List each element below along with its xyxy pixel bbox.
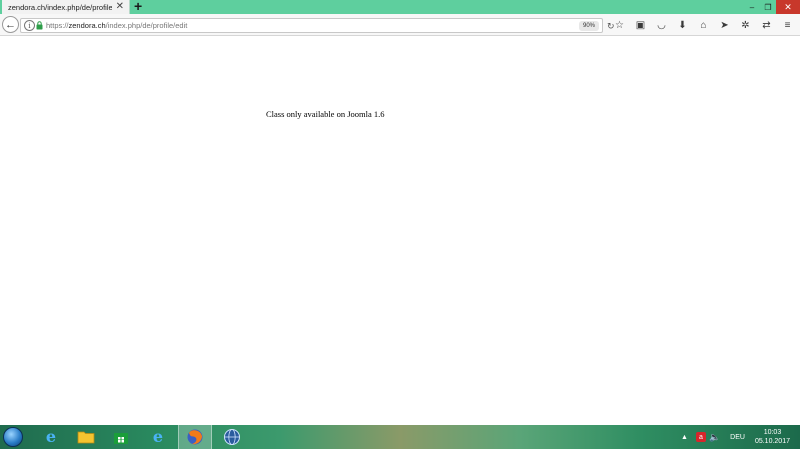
window-controls: – ❐ ✕ [744,0,800,14]
url-text[interactable]: https://zendora.ch/index.php/de/profile/… [46,20,187,32]
clock[interactable]: 10:03 05.10.2017 [755,428,790,446]
system-tray: ▲ a 🔈 DEU 10:03 05.10.2017 [681,425,800,449]
file-explorer-icon[interactable] [69,425,103,449]
download-icon[interactable]: ⬇ [672,17,693,33]
menu-icon[interactable]: ≡ [777,17,798,33]
arrow-left-icon: ← [5,18,16,31]
internet-explorer-icon[interactable]: e [34,425,68,449]
start-button[interactable] [3,427,23,447]
page-content: Class only available on Joomla 1.6 [0,37,800,425]
globe-icon [224,429,240,445]
minimize-button[interactable]: – [744,0,760,14]
clock-time: 10:03 [763,429,782,436]
firefox-logo-icon [187,429,203,445]
address-bar[interactable]: i https://zendora.ch/index.php/de/profil… [20,18,615,33]
tab-title: zendora.ch/index.php/de/profile/edit [8,2,112,12]
sidebar-icon[interactable]: ⇄ [756,17,777,33]
back-button[interactable]: ← [2,16,19,33]
lock-icon [36,21,43,30]
language-indicator[interactable]: DEU [730,434,745,441]
store-icon[interactable] [104,425,138,449]
volume-icon[interactable]: 🔈 [709,432,720,443]
url-scheme: https:// [46,21,69,30]
shopping-bag-icon [114,433,128,444]
new-tab-button[interactable]: + [134,0,142,13]
close-window-button[interactable]: ✕ [776,0,800,14]
antivirus-icon[interactable]: a [695,432,706,442]
internet-explorer-icon-2[interactable]: e [141,425,175,449]
url-path: /index.php/de/profile/edit [105,21,188,30]
info-icon[interactable]: i [24,20,35,31]
close-icon[interactable]: ✕ [116,1,124,13]
pocket-icon[interactable]: ◡ [651,17,672,33]
maximize-button[interactable]: ❐ [760,0,776,14]
folder-icon [77,431,95,444]
page-message: Class only available on Joomla 1.6 [266,109,385,119]
clock-date: 05.10.2017 [754,438,790,445]
navigation-toolbar: ← i https://zendora.ch/index.php/de/prof… [0,14,800,36]
url-host: zendora.ch [68,21,106,30]
chevron-up-icon[interactable]: ▲ [681,434,688,441]
firefox-icon[interactable] [178,425,212,449]
browser-tab[interactable]: zendora.ch/index.php/de/profile/edit ✕ [2,0,130,14]
reader-icon[interactable]: ▣ [630,17,651,33]
title-bar: zendora.ch/index.php/de/profile/edit ✕ +… [0,0,800,14]
home-icon[interactable]: ⌂ [693,17,714,33]
send-icon[interactable]: ➤ [714,17,735,33]
zoom-indicator[interactable]: 90% [579,21,599,31]
toolbar-icons: ☆ ▣ ◡ ⬇ ⌂ ➤ ✲ ⇄ ≡ [609,17,798,33]
star-icon[interactable]: ☆ [609,17,630,33]
network-app-icon[interactable] [215,425,249,449]
extension-icon[interactable]: ✲ [735,17,756,33]
taskbar: e e ▲ a 🔈 DEU 10:03 05.10.2017 [0,425,800,449]
